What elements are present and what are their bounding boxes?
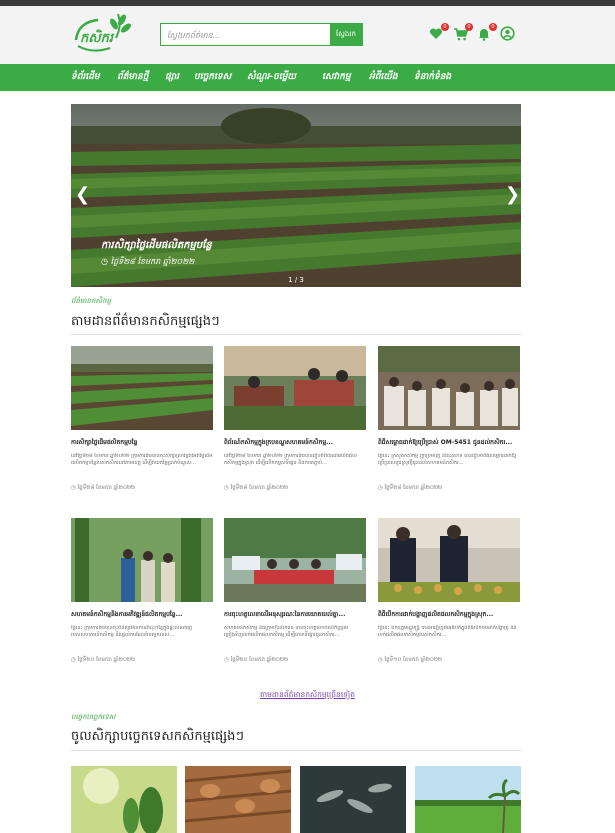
news-card[interactable]: ការសិក្សាថ្លៃដើមផលិតកម្មបន្លែ នៅថ្ងៃទី២៨… — [71, 346, 213, 492]
news-title[interactable]: ពិធីសម្ពោធដាក់ឱ្យប្រើប្រាស់ OM-5451 ជូនដ… — [378, 438, 520, 447]
news-title[interactable]: ពិព័រណ៍កសិកម្មក្នុងក្របខណ្ឌសហគមន៍កសិកម្ម… — [224, 438, 366, 447]
news-title[interactable]: ពិធីបើកការដាក់បង្ហាញផលិតផលកសិកម្មក្នុងស្… — [378, 610, 520, 619]
main-nav: ទំព័រដើម ព័ត៌មានថ្មី ផ្សារ បច្ចេកទេស សំណ… — [0, 64, 615, 91]
news-excerpt: នៅថ្ងៃទី២៨ ខែមករា ឆ្នាំ២០២២ ក្រុមការងារប… — [71, 453, 213, 466]
user-account-icon[interactable] — [500, 26, 516, 42]
news-section-label: ព័ត៌មានកសិកម្ម — [71, 297, 111, 305]
news-excerpt: ថ្ងៃនេះ ក្រុមការងារបានចុះពិនិត្យមើលការដា… — [71, 625, 193, 638]
svg-text:កសិករ: កសិករ — [80, 29, 115, 46]
news-excerpt: ថ្ងៃនេះ ក្រសួងកសិកម្ម រុក្ខាប្រមាញ់ និងន… — [378, 453, 517, 466]
section-divider — [71, 750, 521, 751]
news-date: ◷ ថ្ងៃទី១០ ខែមករា ឆ្នាំ២០២២ — [378, 657, 443, 663]
clock-icon: ◷ — [378, 485, 383, 491]
news-title[interactable]: សហគមន៍កសិកម្មនិងការអភិវឌ្ឍន៍ផលិតកម្មបន្ល… — [71, 610, 213, 619]
cart-count: 0 — [465, 23, 473, 31]
hero-slider[interactable]: ❮ ❯ ការសិក្សាថ្លៃដើមផលិតកម្មបន្លែ ◷ ថ្ងៃ… — [71, 104, 521, 287]
clock-icon: ◷ — [224, 485, 229, 491]
news-excerpt: ថ្ងៃនេះ ឯកឧត្តមរដ្ឋមន្ត្រី បានអញ្ជើញជាអធ… — [378, 625, 517, 638]
tech-section-label: បច្ចេកបច្ចេកទេស — [71, 713, 116, 721]
site-logo[interactable]: កសិករ — [70, 10, 134, 60]
notification-count: 0 — [489, 23, 497, 31]
news-image — [224, 346, 366, 430]
technique-card[interactable] — [71, 766, 177, 833]
more-news-link[interactable]: តាមដានព័ត៌មានកសិកម្មច្រើនទៀត — [0, 690, 615, 701]
news-date: ◷ ថ្ងៃទី២៨ ខែមករា ឆ្នាំ២០២២ — [71, 485, 136, 491]
hero-date: ◷ ថ្ងៃទី២៨ ខែមករា ឆ្នាំ២០២២ — [101, 257, 195, 266]
hero-title[interactable]: ការសិក្សាថ្លៃដើមផលិតកម្មបន្លែ — [101, 238, 212, 253]
news-image — [224, 518, 366, 602]
nav-home[interactable]: ទំព័រដើម — [71, 71, 100, 84]
news-card[interactable]: ការចុះហត្ថលេខាលើអនុស្សរណៈនៃការយោគយល់គ្នា… — [224, 518, 366, 664]
news-image — [378, 346, 520, 430]
news-section-title: តាមដានព័ត៌មានកសិកម្មផ្សេងៗ — [71, 314, 220, 329]
news-image — [71, 518, 213, 602]
news-date: ◷ ថ្ងៃទី២៨ ខែមករា ឆ្នាំ២០២២ — [224, 485, 289, 491]
news-date: ◷ ថ្ងៃទី២០ ខែមករា ឆ្នាំ២០២២ — [71, 657, 136, 663]
hero-caption: ការសិក្សាថ្លៃដើមផលិតកម្មបន្លែ ◷ ថ្ងៃទី២៨… — [101, 238, 212, 268]
clock-icon: ◷ — [71, 657, 76, 663]
news-excerpt: នៅថ្ងៃទី២៨ ខែមករា ឆ្នាំ២០២២ ក្រុមការងារប… — [224, 453, 357, 466]
technique-card[interactable] — [185, 766, 291, 833]
clock-icon: ◷ — [101, 257, 108, 266]
clock-icon: ◷ — [71, 485, 76, 491]
section-divider — [71, 334, 521, 335]
nav-services[interactable]: សេវាកម្ម — [322, 71, 351, 84]
bell-icon[interactable]: 0 — [477, 23, 497, 42]
news-date: ◷ ថ្ងៃទី២០ ខែមករា ឆ្នាំ២០២២ — [224, 657, 289, 663]
news-image — [71, 346, 213, 430]
wishlist-count: 0 — [441, 23, 449, 31]
news-card[interactable]: ពិធីសម្ពោធដាក់ឱ្យប្រើប្រាស់ OM-5451 ជូនដ… — [378, 346, 520, 492]
news-image — [378, 518, 520, 602]
nav-contact[interactable]: ទំនាក់ទំនង — [414, 71, 451, 84]
technique-card[interactable] — [300, 766, 406, 833]
search-button[interactable]: ស្វែងរក — [330, 24, 362, 45]
slider-prev-icon[interactable]: ❮ — [75, 184, 90, 205]
slider-next-icon[interactable]: ❯ — [505, 184, 520, 205]
technique-card[interactable] — [415, 766, 521, 833]
search-input[interactable]: ស្វែងរកព័ត៌មាន... — [161, 24, 330, 45]
clock-icon: ◷ — [224, 657, 229, 663]
news-card[interactable]: ពិព័រណ៍កសិកម្មក្នុងក្របខណ្ឌសហគមន៍កសិកម្ម… — [224, 346, 366, 492]
nav-news[interactable]: ព័ត៌មានថ្មី — [117, 71, 148, 84]
news-title[interactable]: ការសិក្សាថ្លៃដើមផលិតកម្មបន្លែ — [71, 438, 213, 447]
site-header: កសិករ ស្វែងរកព័ត៌មាន... ស្វែងរក 0 0 0 — [0, 6, 615, 64]
news-excerpt: សហគមន៍កសិកម្ម និងក្រុមហ៊ុនឯកជន បានចុះហត្… — [224, 625, 349, 638]
search-box: ស្វែងរកព័ត៌មាន... ស្វែងរក — [160, 23, 363, 46]
technique-image — [415, 766, 521, 833]
tech-section-title: ចូលសិក្សាបច្ចេកទេសកសិកម្មផ្សេងៗ — [71, 729, 244, 744]
news-card[interactable]: សហគមន៍កសិកម្មនិងការអភិវឌ្ឍន៍ផលិតកម្មបន្ល… — [71, 518, 213, 664]
wishlist-icon[interactable]: 0 — [429, 23, 449, 42]
clock-icon: ◷ — [378, 657, 383, 663]
technique-image — [71, 766, 177, 833]
technique-image — [300, 766, 406, 833]
news-card[interactable]: ពិធីបើកការដាក់បង្ហាញផលិតផលកសិកម្មក្នុងស្… — [378, 518, 520, 664]
nav-techniques[interactable]: បច្ចេកទេស — [194, 71, 231, 84]
news-date: ◷ ថ្ងៃទី២៨ ខែមករា ឆ្នាំ២០២២ — [378, 485, 443, 491]
nav-about[interactable]: អំពីយើង — [369, 71, 398, 84]
news-title[interactable]: ការចុះហត្ថលេខាលើអនុស្សរណៈនៃការយោគយល់គ្នា… — [224, 610, 366, 619]
nav-qa[interactable]: សំណួរ-ចម្លើយ — [247, 71, 296, 84]
nav-market[interactable]: ផ្សារ — [165, 71, 179, 84]
cart-icon[interactable]: 0 — [453, 23, 473, 42]
technique-image — [185, 766, 291, 833]
slider-pager: 1 / 3 — [288, 276, 304, 284]
